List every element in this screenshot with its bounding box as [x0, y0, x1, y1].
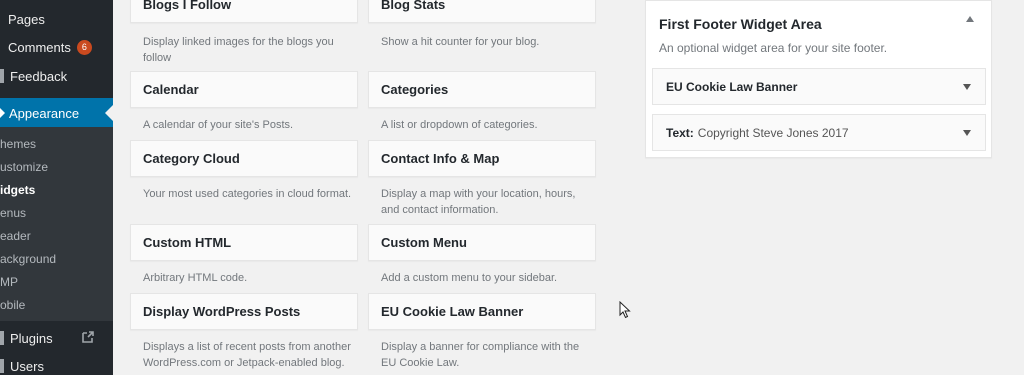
expand-arrow-icon[interactable]	[963, 130, 971, 136]
menu-pages-label: Pages	[8, 11, 45, 27]
menu-feedback[interactable]: Feedback	[0, 66, 113, 86]
menu-appearance[interactable]: Appearance	[0, 98, 113, 128]
menu-users-label: Users	[10, 358, 44, 374]
widget-custom-html[interactable]: Custom HTML	[130, 224, 358, 261]
widget-desc: Display a banner for compliance with the…	[381, 341, 580, 369]
submenu-mobile[interactable]: obile	[0, 298, 25, 312]
area-widget-title: EU Cookie Law Banner	[666, 79, 798, 94]
menu-appearance-label: Appearance	[9, 105, 80, 121]
area-widget-eu-cookie-law-banner[interactable]: EU Cookie Law Banner	[652, 68, 986, 105]
submenu-themes[interactable]: hemes	[0, 137, 36, 151]
widget-categories[interactable]: Categories	[368, 71, 596, 108]
area-title[interactable]: First Footer Widget Area	[659, 16, 822, 32]
widget-desc: Display a map with your location, hours,…	[381, 188, 576, 216]
collapse-arrow-icon[interactable]	[966, 16, 974, 22]
widget-eu-cookie-law-banner[interactable]: EU Cookie Law Banner	[368, 293, 596, 330]
area-widget-text[interactable]: Text: Copyright Steve Jones 2017	[652, 114, 986, 151]
widget-desc: A list or dropdown of categories.	[381, 119, 538, 131]
widget-custom-menu[interactable]: Custom Menu	[368, 224, 596, 261]
area-description: An optional widget area for your site fo…	[659, 41, 888, 55]
widget-desc: A calendar of your site's Posts.	[143, 119, 294, 131]
area-widget-in-title: Copyright Steve Jones 2017	[697, 125, 849, 140]
widget-calendar[interactable]: Calendar	[130, 71, 358, 108]
widget-blogs-i-follow[interactable]: Blogs I Follow	[130, 0, 358, 23]
expand-arrow-icon[interactable]	[963, 84, 971, 90]
menu-users[interactable]: Users	[0, 356, 113, 375]
widget-desc: Your most used categories in cloud forma…	[143, 188, 352, 200]
admin-sidebar: Pages Comments 6 Feedback Appearance hem…	[0, 0, 113, 375]
mouse-cursor-icon	[619, 301, 631, 319]
widget-display-wordpress-posts[interactable]: Display WordPress Posts	[130, 293, 358, 330]
widget-desc: Show a hit counter for your blog.	[381, 36, 540, 48]
widget-contact-info-map[interactable]: Contact Info & Map	[368, 140, 596, 177]
menu-plugins-label: Plugins	[10, 330, 53, 346]
menu-pages[interactable]: Pages	[0, 9, 113, 29]
widget-desc: Arbitrary HTML code.	[143, 272, 248, 284]
area-widget-title: Text:	[666, 125, 694, 140]
widget-desc: Add a custom menu to your sidebar.	[381, 272, 558, 284]
appearance-submenu: hemes ustomize idgets enus eader ackgrou…	[0, 127, 113, 321]
external-link-icon[interactable]	[81, 330, 95, 344]
widget-blog-stats[interactable]: Blog Stats	[368, 0, 596, 23]
widget-desc: Displays a list of recent posts from ano…	[143, 341, 351, 369]
widget-desc: Display linked images for the blogs you …	[143, 36, 334, 64]
menu-feedback-label: Feedback	[10, 68, 68, 84]
submenu-customize[interactable]: ustomize	[0, 160, 48, 174]
first-footer-widget-area: First Footer Widget Area An optional wid…	[645, 0, 992, 158]
menu-comments[interactable]: Comments 6	[0, 37, 113, 57]
widget-category-cloud[interactable]: Category Cloud	[130, 140, 358, 177]
submenu-background[interactable]: ackground	[0, 252, 56, 266]
submenu-header[interactable]: eader	[0, 229, 31, 243]
menu-plugins[interactable]: Plugins	[0, 328, 113, 348]
menu-comments-label: Comments	[8, 39, 71, 55]
submenu-amp[interactable]: MP	[0, 275, 18, 289]
submenu-widgets[interactable]: idgets	[0, 183, 35, 197]
comments-count-badge: 6	[76, 39, 92, 55]
submenu-menus[interactable]: enus	[0, 206, 26, 220]
